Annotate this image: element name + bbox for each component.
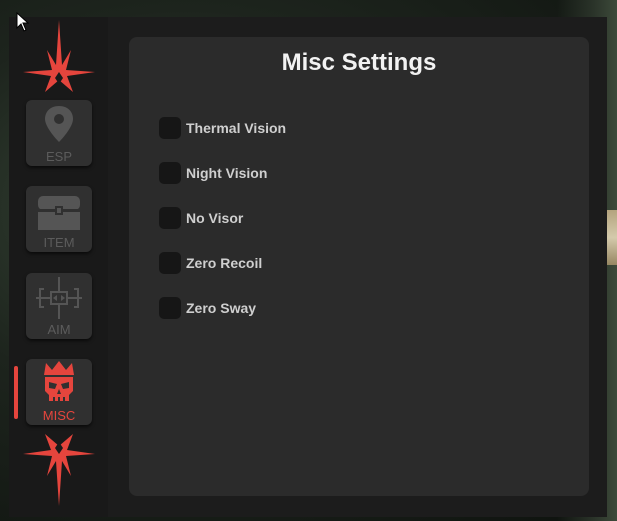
option-zero-recoil[interactable]: Zero Recoil	[159, 252, 262, 274]
nav-aim-label: AIM	[47, 322, 71, 337]
option-label: Zero Recoil	[186, 255, 263, 271]
settings-panel: Misc Settings Thermal Vision Night Visio…	[129, 37, 589, 496]
panel-title: Misc Settings	[281, 49, 437, 76]
nav-misc-label: MISC	[42, 408, 76, 423]
option-label: Thermal Vision	[186, 120, 287, 136]
background-light-strip	[607, 210, 617, 265]
mouse-cursor-icon	[16, 12, 30, 32]
active-nav-indicator	[14, 366, 18, 419]
treasure-chest-icon	[38, 196, 80, 230]
thermal-vision-checkbox[interactable]	[159, 117, 181, 139]
zero-recoil-checkbox[interactable]	[159, 252, 181, 274]
nav-misc-button[interactable]: MISC	[26, 359, 92, 425]
option-no-visor[interactable]: No Visor	[159, 207, 243, 229]
map-pin-icon	[45, 106, 73, 142]
nav-aim-button[interactable]: AIM	[26, 273, 92, 339]
nav-esp-label: ESP	[45, 149, 72, 164]
nav-item-button[interactable]: ITEM	[26, 186, 92, 252]
logo-top-icon	[23, 20, 95, 92]
no-visor-checkbox[interactable]	[159, 207, 181, 229]
zero-sway-checkbox[interactable]	[159, 297, 181, 319]
option-label: Zero Sway	[186, 300, 257, 316]
option-night-vision[interactable]: Night Vision	[159, 162, 267, 184]
option-label: No Visor	[186, 210, 244, 226]
logo-bottom-icon	[23, 434, 95, 506]
option-label: Night Vision	[186, 165, 268, 181]
option-zero-sway[interactable]: Zero Sway	[159, 297, 256, 319]
crosshair-icon	[36, 277, 82, 319]
option-thermal-vision[interactable]: Thermal Vision	[159, 117, 286, 139]
night-vision-checkbox[interactable]	[159, 162, 181, 184]
skull-crown-icon	[44, 361, 74, 401]
nav-esp-button[interactable]: ESP	[26, 100, 92, 166]
nav-item-label: ITEM	[43, 235, 75, 250]
